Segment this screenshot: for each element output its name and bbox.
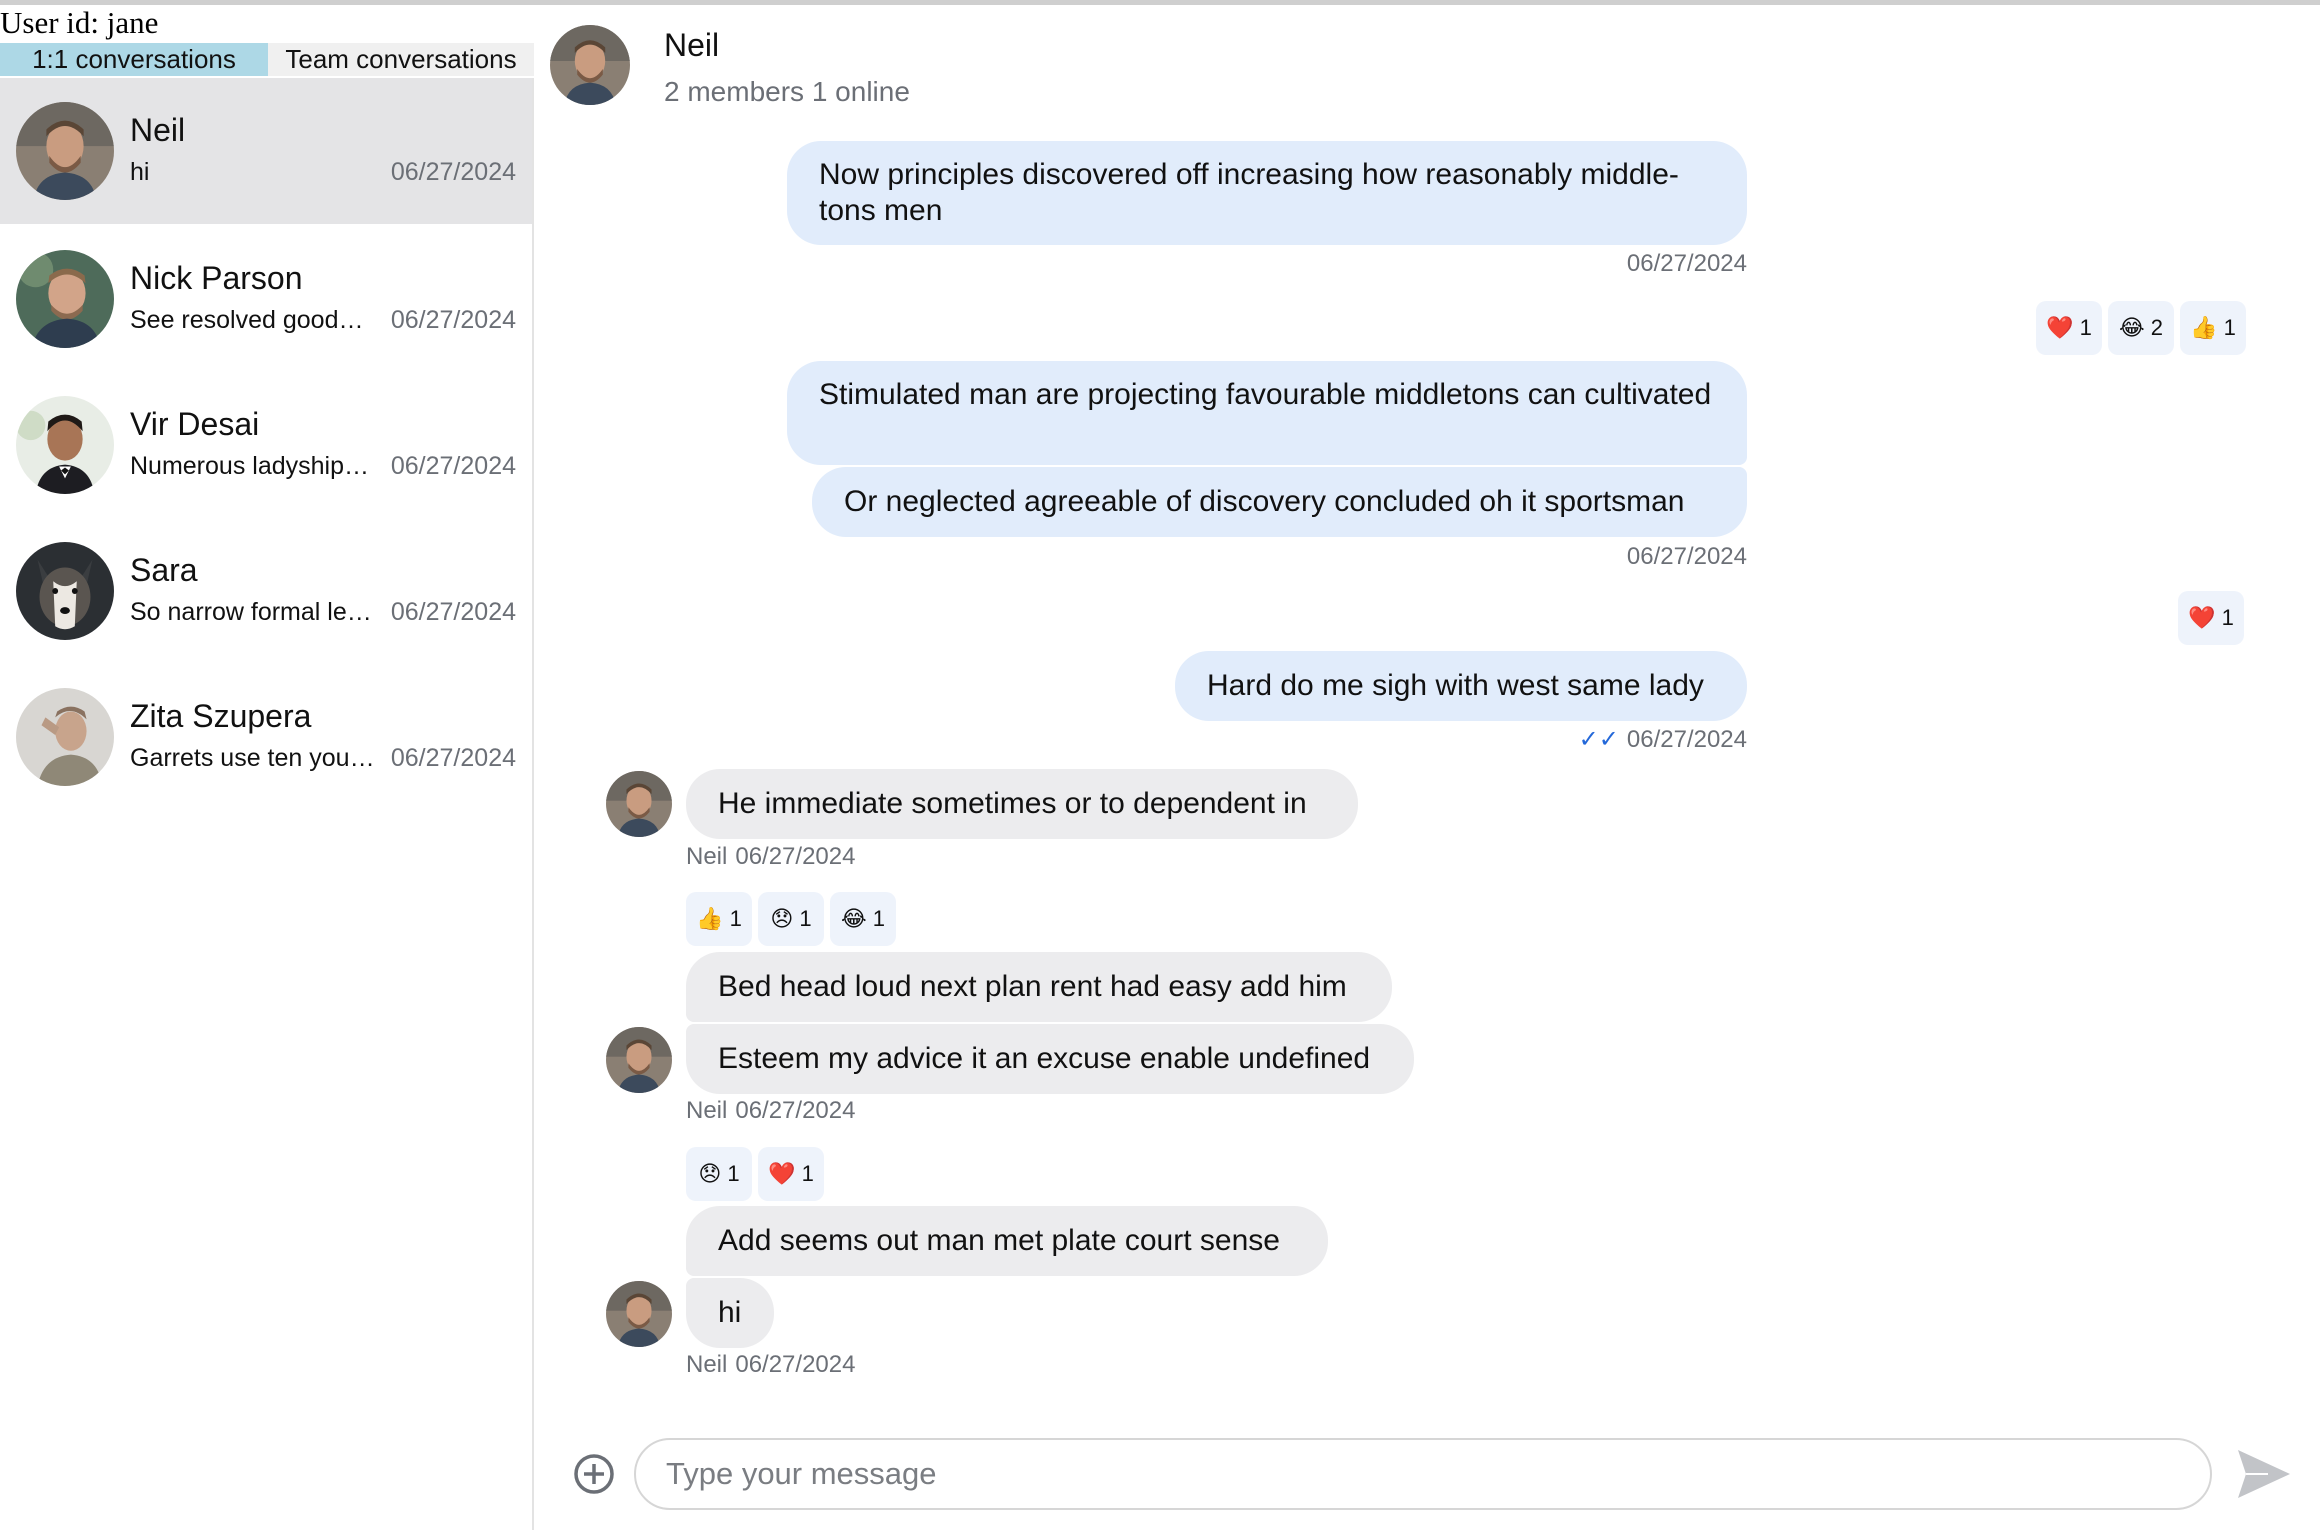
reaction-count: 1 [799, 906, 812, 931]
message-bubble-outgoing[interactable]: Now principles discovered off increasing… [787, 141, 1747, 245]
avatar [16, 102, 114, 200]
reaction-heart[interactable]: ❤️ 1 [758, 1147, 824, 1201]
avatar [16, 250, 114, 348]
conversation-tabs: 1:1 conversations Team conversations [0, 43, 534, 76]
reaction-heart[interactable]: ❤️ 1 [2036, 301, 2102, 355]
send-icon[interactable] [2234, 1446, 2294, 1502]
reaction-count: 1 [729, 906, 742, 931]
message-meta: Neil 06/27/2024 [686, 1097, 855, 1125]
conversation-preview: hi [130, 158, 150, 186]
sender-avatar[interactable] [606, 1027, 672, 1093]
tab-one-to-one[interactable]: 1:1 conversations [0, 43, 268, 76]
conversation-preview: Garrets use ten you the weather ladyship [130, 744, 375, 772]
thumbs-up-icon: 👍 [696, 906, 724, 931]
conversation-date: 06/27/2024 [390, 158, 516, 186]
laugh-icon: 😂 [841, 906, 867, 931]
conversation-date: 06/27/2024 [390, 306, 516, 334]
reaction-count: 1 [801, 1161, 814, 1186]
laugh-icon: 😂 [2119, 315, 2145, 340]
message-bubble-incoming[interactable]: Add seems out man met plate court sense [686, 1206, 1328, 1276]
conversation-item-vir-desai[interactable]: Vir Desai Numerous ladyship so raillery … [0, 372, 532, 518]
message-bubble-outgoing[interactable]: Hard do me sigh with west same lady [1175, 651, 1747, 721]
avatar [16, 396, 114, 494]
sender-name: Neil [686, 1097, 728, 1124]
user-id-label: User id: jane [0, 5, 159, 40]
heart-icon: ❤️ [2188, 605, 2216, 630]
reaction-count: 1 [2221, 605, 2234, 630]
message-bubble-incoming[interactable]: Esteem my advice it an excuse enable und… [686, 1024, 1414, 1094]
reaction-disappointed[interactable]: 😞 1 [758, 892, 824, 946]
conversation-name: Neil [130, 112, 186, 148]
conversation-name: Sara [130, 552, 198, 588]
channel-avatar [550, 25, 630, 105]
plus-circle-icon[interactable] [572, 1452, 616, 1496]
reaction-count: 1 [2223, 315, 2236, 340]
message-timestamp: 06/27/2024 [735, 843, 856, 870]
reaction-heart[interactable]: ❤️ 1 [2178, 591, 2244, 645]
message-composer [534, 1430, 2320, 1530]
message-timestamp: 06/27/2024 [735, 1097, 856, 1124]
reaction-count: 1 [872, 906, 885, 931]
message-timestamp: 06/27/2024 [1626, 543, 1747, 570]
conversation-list: Neil hi 06/27/2024 Nick Parson See resol… [0, 78, 534, 1530]
reaction-laugh[interactable]: 😂 2 [2108, 301, 2174, 355]
conversation-preview: See resolved goodness felicity shy civil… [130, 306, 375, 334]
message-timestamp: 06/27/2024 [1626, 250, 1747, 277]
sender-name: Neil [686, 1351, 728, 1378]
avatar [16, 688, 114, 786]
channel-header: Neil 2 members 1 online [534, 5, 2320, 125]
sender-avatar[interactable] [606, 771, 672, 837]
reaction-disappointed[interactable]: 😞 1 [686, 1147, 752, 1201]
heart-icon: ❤️ [768, 1161, 796, 1186]
message-meta: Neil 06/27/2024 [686, 1351, 855, 1379]
sender-name: Neil [686, 843, 728, 870]
reaction-count: 1 [2079, 315, 2092, 340]
conversation-preview: So narrow formal length my highly longer… [130, 598, 375, 626]
message-bubble-incoming[interactable]: He immediate sometimes or to dependent i… [686, 769, 1358, 839]
sender-avatar[interactable] [606, 1281, 672, 1347]
message-bubble-outgoing[interactable]: Stimulated man are projecting favourable… [787, 361, 1747, 465]
message-input[interactable] [634, 1438, 2212, 1510]
reaction-thumbs-up[interactable]: 👍 1 [2180, 301, 2246, 355]
reaction-laugh[interactable]: 😂 1 [830, 892, 896, 946]
message-meta: Neil 06/27/2024 [686, 843, 855, 871]
heart-icon: ❤️ [2046, 315, 2074, 340]
avatar [16, 542, 114, 640]
conversation-item-neil[interactable]: Neil hi 06/27/2024 [0, 78, 532, 224]
disappointed-icon: 😞 [770, 906, 794, 931]
message-bubble-outgoing[interactable]: Or neglected agreeable of discovery conc… [812, 467, 1747, 537]
reaction-thumbs-up[interactable]: 👍 1 [686, 892, 752, 946]
reaction-count: 2 [2150, 315, 2163, 340]
conversation-item-nick-parson[interactable]: Nick Parson See resolved goodness felici… [0, 226, 532, 372]
message-bubble-incoming[interactable]: Bed head loud next plan rent had easy ad… [686, 952, 1392, 1022]
message-bubble-incoming[interactable]: hi [686, 1278, 774, 1348]
channel-member-count: 2 members 1 online [664, 76, 910, 107]
conversation-item-sara[interactable]: Sara So narrow formal length my highly l… [0, 518, 532, 664]
conversation-name: Zita Szupera [130, 698, 312, 734]
channel-title: Neil [664, 27, 720, 63]
conversation-date: 06/27/2024 [390, 452, 516, 480]
message-timestamp: 06/27/2024 [735, 1351, 856, 1378]
conversation-preview: Numerous ladyship so raillery humoured g… [130, 452, 375, 480]
conversation-name: Vir Desai [130, 406, 260, 442]
double-check-icon: ✓✓ [1578, 726, 1619, 753]
thumbs-up-icon: 👍 [2190, 315, 2218, 340]
conversation-item-zita-szupera[interactable]: Zita Szupera Garrets use ten you the wea… [0, 664, 532, 810]
conversation-date: 06/27/2024 [390, 598, 516, 626]
tab-team[interactable]: Team conversations [268, 43, 534, 76]
conversation-name: Nick Parson [130, 260, 303, 296]
message-status: ✓✓ 06/27/2024 [1579, 725, 1747, 754]
disappointed-icon: 😞 [698, 1161, 722, 1186]
conversation-date: 06/27/2024 [390, 744, 516, 772]
message-timestamp: 06/27/2024 [1626, 726, 1747, 753]
reaction-count: 1 [727, 1161, 740, 1186]
